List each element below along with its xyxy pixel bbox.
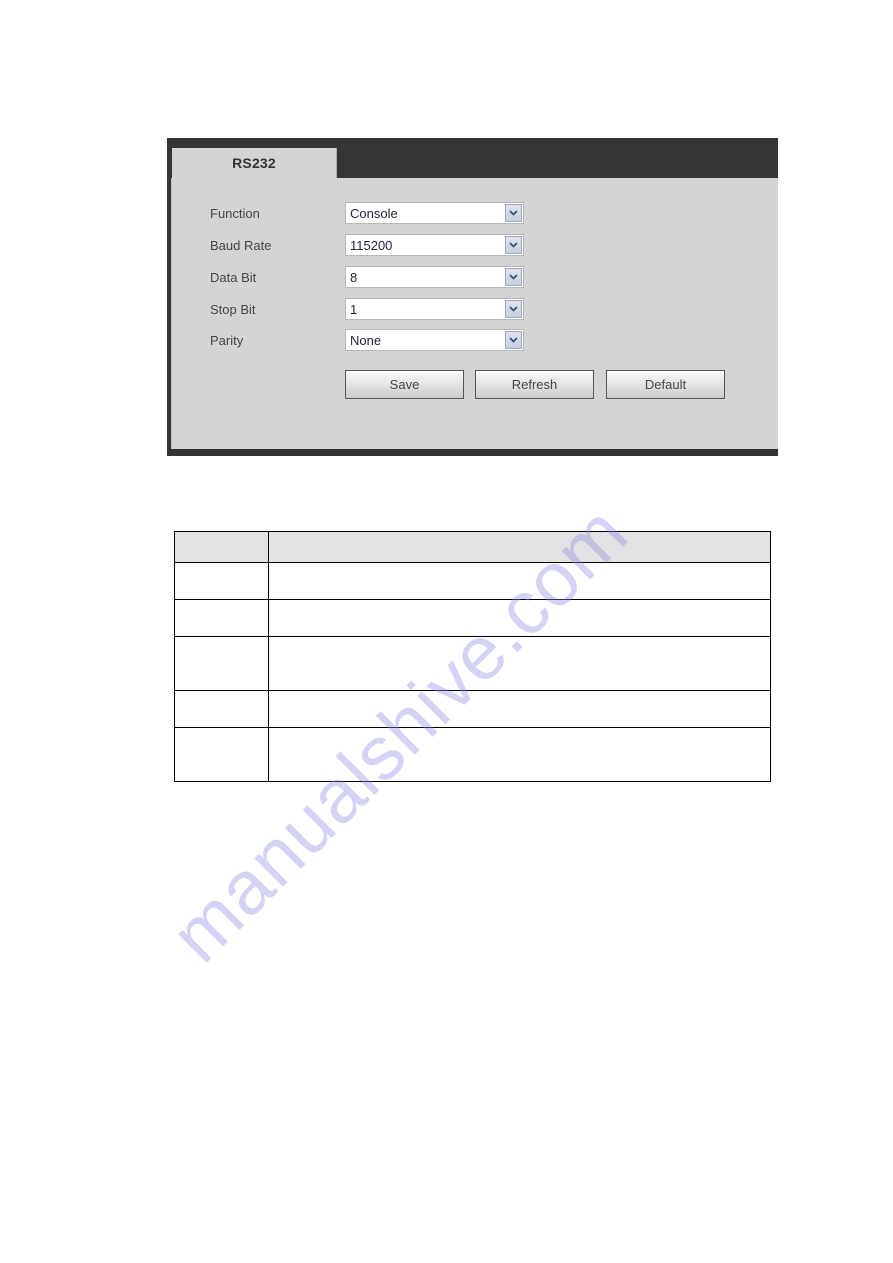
tab-rs232-label: RS232: [232, 155, 276, 171]
table-row: [174, 690, 771, 728]
table-cell: [268, 599, 771, 637]
table-header-function: [268, 531, 771, 563]
stop-bit-label: Stop Bit: [210, 302, 256, 317]
parity-select[interactable]: None: [345, 329, 524, 351]
data-bit-label: Data Bit: [210, 270, 257, 285]
data-bit-select[interactable]: 8: [345, 266, 524, 288]
baud-rate-label: Baud Rate: [210, 238, 272, 253]
table-cell: [268, 636, 771, 691]
table-header-row: [174, 531, 771, 563]
stop-bit-value: 1: [350, 302, 358, 317]
table-row: [174, 727, 771, 782]
baud-rate-value: 115200: [350, 238, 393, 253]
function-select[interactable]: Console: [345, 202, 524, 224]
table-cell: [268, 727, 771, 782]
function-value: Console: [350, 206, 398, 221]
chevron-down-icon[interactable]: [505, 268, 522, 286]
data-bit-value: 8: [350, 270, 358, 285]
stop-bit-select[interactable]: 1: [345, 298, 524, 320]
table-row: [174, 599, 771, 637]
chevron-down-icon[interactable]: [505, 331, 522, 349]
tab-rs232[interactable]: RS232: [172, 148, 337, 179]
parameter-description-table: [174, 531, 771, 782]
table-row: [174, 636, 771, 691]
chevron-down-icon[interactable]: [505, 236, 522, 254]
table-row: [174, 562, 771, 600]
table-header-parameter: [174, 531, 269, 563]
table-cell: [268, 562, 771, 600]
refresh-button[interactable]: Refresh: [475, 370, 594, 399]
table-cell: [174, 599, 269, 637]
table-cell: [174, 727, 269, 782]
table-cell: [268, 690, 771, 728]
chevron-down-icon[interactable]: [505, 300, 522, 318]
default-button[interactable]: Default: [606, 370, 725, 399]
table-cell: [174, 562, 269, 600]
baud-rate-select[interactable]: 115200: [345, 234, 524, 256]
function-label: Function: [210, 206, 260, 221]
parity-value: None: [350, 333, 382, 348]
table-cell: [174, 636, 269, 691]
save-button[interactable]: Save: [345, 370, 464, 399]
chevron-down-icon[interactable]: [505, 204, 522, 222]
table-cell: [174, 690, 269, 728]
rs232-settings-panel: RS232 Function Console Baud Rate 115200 …: [167, 138, 778, 456]
settings-form: Function Console Baud Rate 115200 Data B…: [171, 178, 778, 449]
parity-label: Parity: [210, 333, 244, 348]
